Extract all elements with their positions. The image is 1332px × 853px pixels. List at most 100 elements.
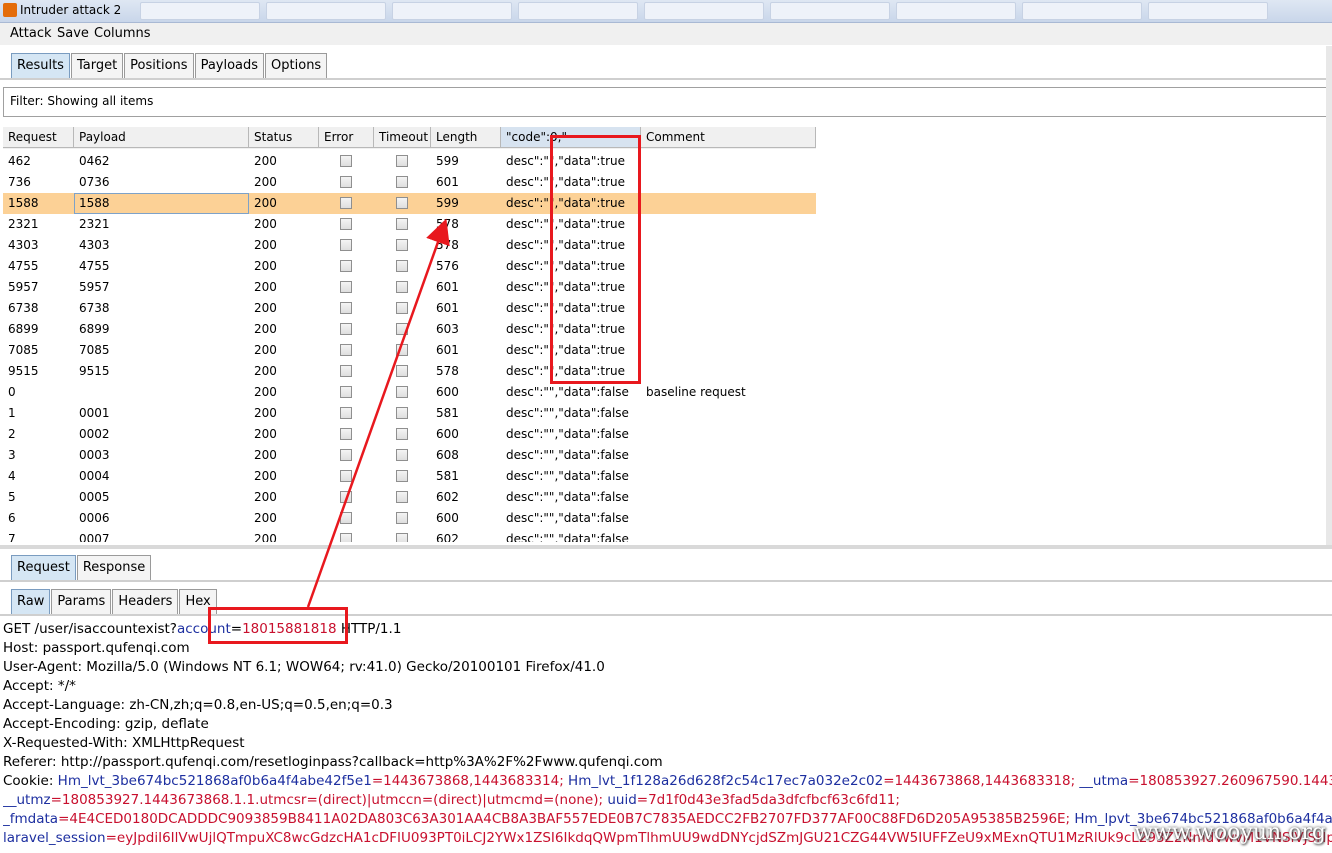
- col-comment[interactable]: Comment: [641, 127, 816, 148]
- timeout-checkbox: [396, 176, 408, 188]
- tab-response[interactable]: Response: [76, 555, 152, 580]
- table-row[interactable]: 6738 6738 200 601 desc":"","data":true: [3, 298, 816, 319]
- cell-status: 200: [254, 322, 277, 336]
- filter-bar[interactable]: Filter: Showing all items: [3, 87, 1328, 117]
- cookie-line-3: _fmdata=4E4CED0180DCADDDC9093859B8411A02…: [3, 811, 1332, 827]
- table-row[interactable]: 5957 5957 200 601 desc":"","data":true: [3, 277, 816, 298]
- table-row[interactable]: 2321 2321 200 578 desc":"","data":true: [3, 214, 816, 235]
- cell-length: 600: [436, 511, 459, 525]
- cell-request: 7085: [8, 343, 39, 357]
- cell-comment: [641, 466, 816, 487]
- table-row[interactable]: 5 0005 200 602 desc":"","data":false: [3, 487, 816, 508]
- cell-status: 200: [254, 490, 277, 504]
- cell-comment: [641, 172, 816, 193]
- tab-params[interactable]: Params: [51, 589, 112, 614]
- cell-request: 5: [8, 490, 16, 504]
- cell-payload: 0004: [79, 469, 110, 483]
- tab-positions[interactable]: Positions: [124, 53, 194, 78]
- error-checkbox: [340, 197, 352, 209]
- tab-headers[interactable]: Headers: [112, 589, 179, 614]
- cell-length: 608: [436, 448, 459, 462]
- cell-payload: 9515: [79, 364, 110, 378]
- timeout-checkbox: [396, 239, 408, 251]
- table-row[interactable]: 1588 1588 200 599 desc":"","data":true: [3, 193, 816, 214]
- timeout-checkbox: [396, 155, 408, 167]
- col-length[interactable]: Length: [431, 127, 501, 148]
- table-row[interactable]: 4755 4755 200 576 desc":"","data":true: [3, 256, 816, 277]
- cell-status: 200: [254, 154, 277, 168]
- message-tabs: Request Response: [11, 555, 152, 580]
- header-x-requested-with: X-Requested-With: XMLHttpRequest: [3, 735, 245, 751]
- table-row[interactable]: 3 0003 200 608 desc":"","data":false: [3, 445, 816, 466]
- timeout-checkbox: [396, 260, 408, 272]
- annotation-box-account: [208, 607, 348, 644]
- error-checkbox: [340, 533, 352, 542]
- cell-status: 200: [254, 406, 277, 420]
- tab-results[interactable]: Results: [11, 53, 70, 78]
- burp-app-icon: [3, 3, 17, 17]
- col-timeout[interactable]: Timeout: [374, 127, 431, 148]
- table-row[interactable]: 4303 4303 200 578 desc":"","data":true: [3, 235, 816, 256]
- tab-request[interactable]: Request: [11, 555, 76, 580]
- tab-raw[interactable]: Raw: [11, 589, 51, 614]
- timeout-checkbox: [396, 344, 408, 356]
- window-title: Intruder attack 2: [20, 3, 122, 17]
- cell-payload: 0001: [79, 406, 110, 420]
- table-row[interactable]: 4 0004 200 581 desc":"","data":false: [3, 466, 816, 487]
- timeout-checkbox: [396, 533, 408, 542]
- col-error[interactable]: Error: [319, 127, 374, 148]
- cell-code: desc":"","data":false: [506, 385, 629, 399]
- tab-payloads[interactable]: Payloads: [194, 53, 265, 78]
- cell-request: 5957: [8, 280, 39, 294]
- tab-options[interactable]: Options: [265, 53, 328, 78]
- cell-comment: [641, 298, 816, 319]
- table-row[interactable]: 7 0007 200 602 desc":"","data":false: [3, 529, 816, 542]
- cell-length: 600: [436, 427, 459, 441]
- col-status[interactable]: Status: [249, 127, 319, 148]
- cell-request: 4755: [8, 259, 39, 273]
- timeout-checkbox: [396, 218, 408, 230]
- error-checkbox: [340, 281, 352, 293]
- error-checkbox: [340, 155, 352, 167]
- cell-status: 200: [254, 532, 277, 542]
- cell-length: 576: [436, 259, 459, 273]
- cell-comment: [641, 235, 816, 256]
- cell-status: 200: [254, 448, 277, 462]
- table-row[interactable]: 7085 7085 200 601 desc":"","data":true: [3, 340, 816, 361]
- cell-code: desc":"","data":false: [506, 532, 629, 542]
- table-row[interactable]: 9515 9515 200 578 desc":"","data":true: [3, 361, 816, 382]
- menu-attack[interactable]: Attack: [10, 26, 52, 41]
- menu-save[interactable]: Save: [57, 26, 89, 41]
- cell-status: 200: [254, 301, 277, 315]
- cell-request: 2: [8, 427, 16, 441]
- tab-divider: [0, 78, 1332, 80]
- error-checkbox: [340, 218, 352, 230]
- pane-splitter[interactable]: [0, 545, 1332, 549]
- cell-request: 7: [8, 532, 16, 542]
- table-row[interactable]: 2 0002 200 600 desc":"","data":false: [3, 424, 816, 445]
- cell-length: 603: [436, 322, 459, 336]
- menu-columns[interactable]: Columns: [94, 26, 151, 41]
- cell-comment: [641, 424, 816, 445]
- table-row[interactable]: 736 0736 200 601 desc":"","data":true: [3, 172, 816, 193]
- cell-payload: 5957: [79, 280, 110, 294]
- col-payload[interactable]: Payload: [74, 127, 249, 148]
- cookie-line-4: laravel_session=eyJpdiI6IlVwUjlQTmpuXC8w…: [3, 830, 1332, 846]
- filter-label: Filter: Showing all items: [10, 94, 154, 108]
- table-row[interactable]: 6899 6899 200 603 desc":"","data":true: [3, 319, 816, 340]
- cell-length: 599: [436, 154, 459, 168]
- timeout-checkbox: [396, 449, 408, 461]
- cell-status: 200: [254, 385, 277, 399]
- table-row[interactable]: 6 0006 200 600 desc":"","data":false: [3, 508, 816, 529]
- raw-request-editor[interactable]: GET /user/isaccountexist?account=1801588…: [3, 620, 1332, 853]
- results-scrollbar[interactable]: [1326, 46, 1332, 546]
- table-row[interactable]: 462 0462 200 599 desc":"","data":true: [3, 151, 816, 172]
- cell-length: 578: [436, 217, 459, 231]
- table-row[interactable]: 1 0001 200 581 desc":"","data":false: [3, 403, 816, 424]
- cell-payload: 4303: [79, 238, 110, 252]
- tab-target[interactable]: Target: [70, 53, 124, 78]
- col-request[interactable]: Request: [3, 127, 74, 148]
- cell-length: 600: [436, 385, 459, 399]
- table-row[interactable]: 0 200 600 desc":"","data":false baseline req…: [3, 382, 816, 403]
- menu-bar: Attack Save Columns: [0, 23, 1332, 45]
